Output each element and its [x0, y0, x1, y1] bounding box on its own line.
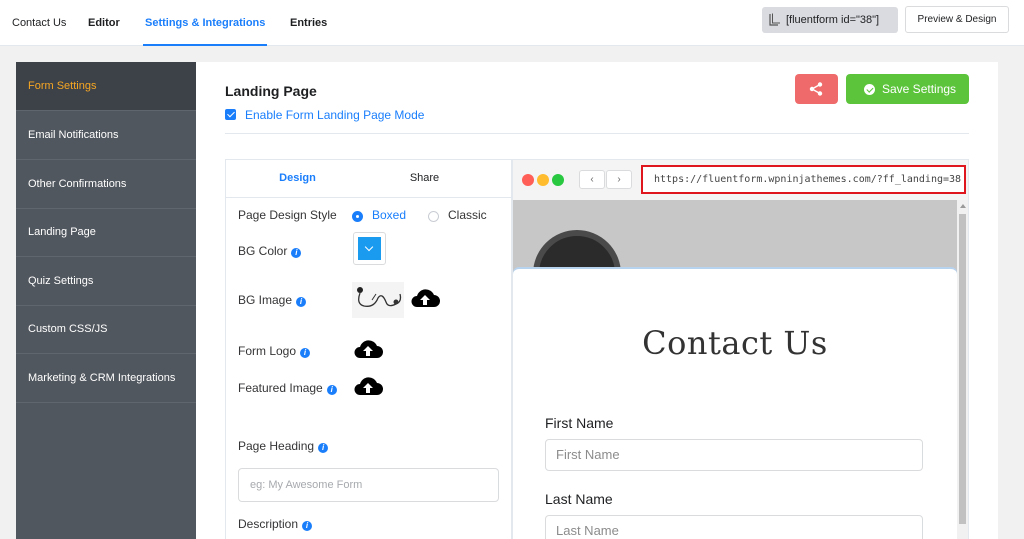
form-title: Contact Us — [642, 324, 828, 362]
description-field: Description i — [238, 517, 313, 531]
enable-checkbox[interactable] — [225, 109, 236, 120]
form-logo-field: Form Logo i — [238, 344, 311, 358]
tab-share[interactable]: Share — [353, 160, 496, 197]
sidebar-item-landing-page[interactable]: Landing Page — [16, 208, 196, 257]
upload-cloud-icon[interactable] — [353, 338, 383, 360]
scroll-up-icon[interactable] — [960, 204, 966, 208]
sidebar-item-marketing-crm[interactable]: Marketing & CRM Integrations — [16, 354, 196, 403]
info-icon[interactable]: i — [300, 348, 311, 358]
last-name-label: Last Name — [545, 491, 613, 507]
upload-cloud-icon[interactable] — [410, 287, 440, 309]
featured-image-label: Featured Image — [238, 381, 323, 395]
color-swatch-chip — [358, 237, 381, 260]
share-icon — [809, 82, 823, 96]
landing-preview-browser: ‹ › https://fluentform.wpninjathemes.com… — [512, 159, 969, 539]
featured-image-field: Featured Image i — [238, 381, 337, 395]
preview-url[interactable]: https://fluentform.wpninjathemes.com/?ff… — [641, 165, 966, 194]
first-name-label: First Name — [545, 415, 614, 431]
last-name-input[interactable]: Last Name — [545, 515, 923, 539]
scroll-thumb[interactable] — [959, 214, 966, 524]
info-icon[interactable]: i — [291, 248, 302, 258]
shortcode-copy[interactable]: [fluentform id="38"] — [762, 7, 898, 33]
form-card: Contact Us First Name First Name Last Na… — [513, 268, 957, 539]
tab-settings-integrations[interactable]: Settings & Integrations — [142, 0, 268, 46]
copy-icon — [769, 13, 780, 26]
sidebar-item-form-settings[interactable]: Form Settings — [16, 62, 196, 111]
bg-image-thumbnail[interactable] — [352, 282, 404, 318]
shortcode-text: [fluentform id="38"] — [786, 14, 880, 26]
description-label: Description — [238, 517, 299, 531]
page-title: Landing Page — [225, 83, 317, 99]
settings-sidebar: Form Settings Email Notifications Other … — [16, 62, 196, 539]
radio-classic[interactable] — [428, 211, 439, 222]
share-button[interactable] — [795, 74, 838, 104]
window-close-dot — [522, 174, 534, 186]
page-heading-input[interactable]: eg: My Awesome Form — [238, 468, 499, 502]
upload-cloud-icon[interactable] — [353, 375, 383, 397]
info-icon[interactable]: i — [318, 443, 329, 453]
sidebar-item-quiz-settings[interactable]: Quiz Settings — [16, 257, 196, 306]
save-settings-button[interactable]: Save Settings — [846, 74, 969, 104]
sidebar-item-other-confirmations[interactable]: Other Confirmations — [16, 160, 196, 209]
tab-design[interactable]: Design — [226, 160, 369, 197]
tab-editor[interactable]: Editor — [88, 0, 120, 46]
forward-icon[interactable]: › — [606, 170, 632, 189]
window-minimize-dot — [537, 174, 549, 186]
check-circle-icon — [864, 84, 875, 95]
tab-entries[interactable]: Entries — [290, 0, 327, 46]
radio-classic-label[interactable]: Classic — [448, 208, 487, 222]
first-name-input[interactable]: First Name — [545, 439, 923, 471]
sidebar-item-custom-css-js[interactable]: Custom CSS/JS — [16, 305, 196, 354]
tab-contact-us[interactable]: Contact Us — [12, 0, 66, 46]
bg-image-field: BG Image i — [238, 293, 307, 307]
info-icon[interactable]: i — [326, 385, 337, 395]
main-panel: Landing Page Enable Form Landing Page Mo… — [196, 62, 998, 539]
preview-design-button[interactable]: Preview & Design — [905, 6, 1009, 33]
info-icon[interactable]: i — [302, 521, 313, 531]
radio-boxed-label[interactable]: Boxed — [372, 208, 406, 222]
page-design-style-label: Page Design Style — [238, 208, 337, 222]
top-nav: Contact Us Editor Settings & Integration… — [0, 0, 1024, 46]
landing-settings-panel: Design Share Page Design Style Boxed Cla… — [225, 159, 512, 539]
bg-image-label: BG Image — [238, 293, 293, 307]
page-heading-label: Page Heading — [238, 439, 315, 453]
tabs-divider — [226, 197, 511, 198]
bg-color-picker[interactable] — [353, 232, 386, 265]
info-icon[interactable]: i — [296, 297, 307, 307]
sidebar-item-email-notifications[interactable]: Email Notifications — [16, 111, 196, 160]
save-settings-label: Save Settings — [882, 82, 957, 96]
enable-label: Enable Form Landing Page Mode — [245, 108, 425, 122]
back-icon[interactable]: ‹ — [579, 170, 605, 189]
window-maximize-dot — [552, 174, 564, 186]
browser-toolbar: ‹ › https://fluentform.wpninjathemes.com… — [513, 160, 968, 200]
preview-canvas: Contact Us First Name First Name Last Na… — [513, 200, 957, 539]
page-heading-field: Page Heading i — [238, 439, 329, 453]
bg-color-field: BG Color i — [238, 244, 302, 258]
divider — [225, 133, 969, 134]
earphones-image-icon — [357, 287, 402, 307]
preview-scrollbar[interactable] — [957, 200, 968, 539]
radio-boxed[interactable] — [352, 211, 363, 222]
bg-color-label: BG Color — [238, 244, 288, 258]
form-logo-label: Form Logo — [238, 344, 297, 358]
